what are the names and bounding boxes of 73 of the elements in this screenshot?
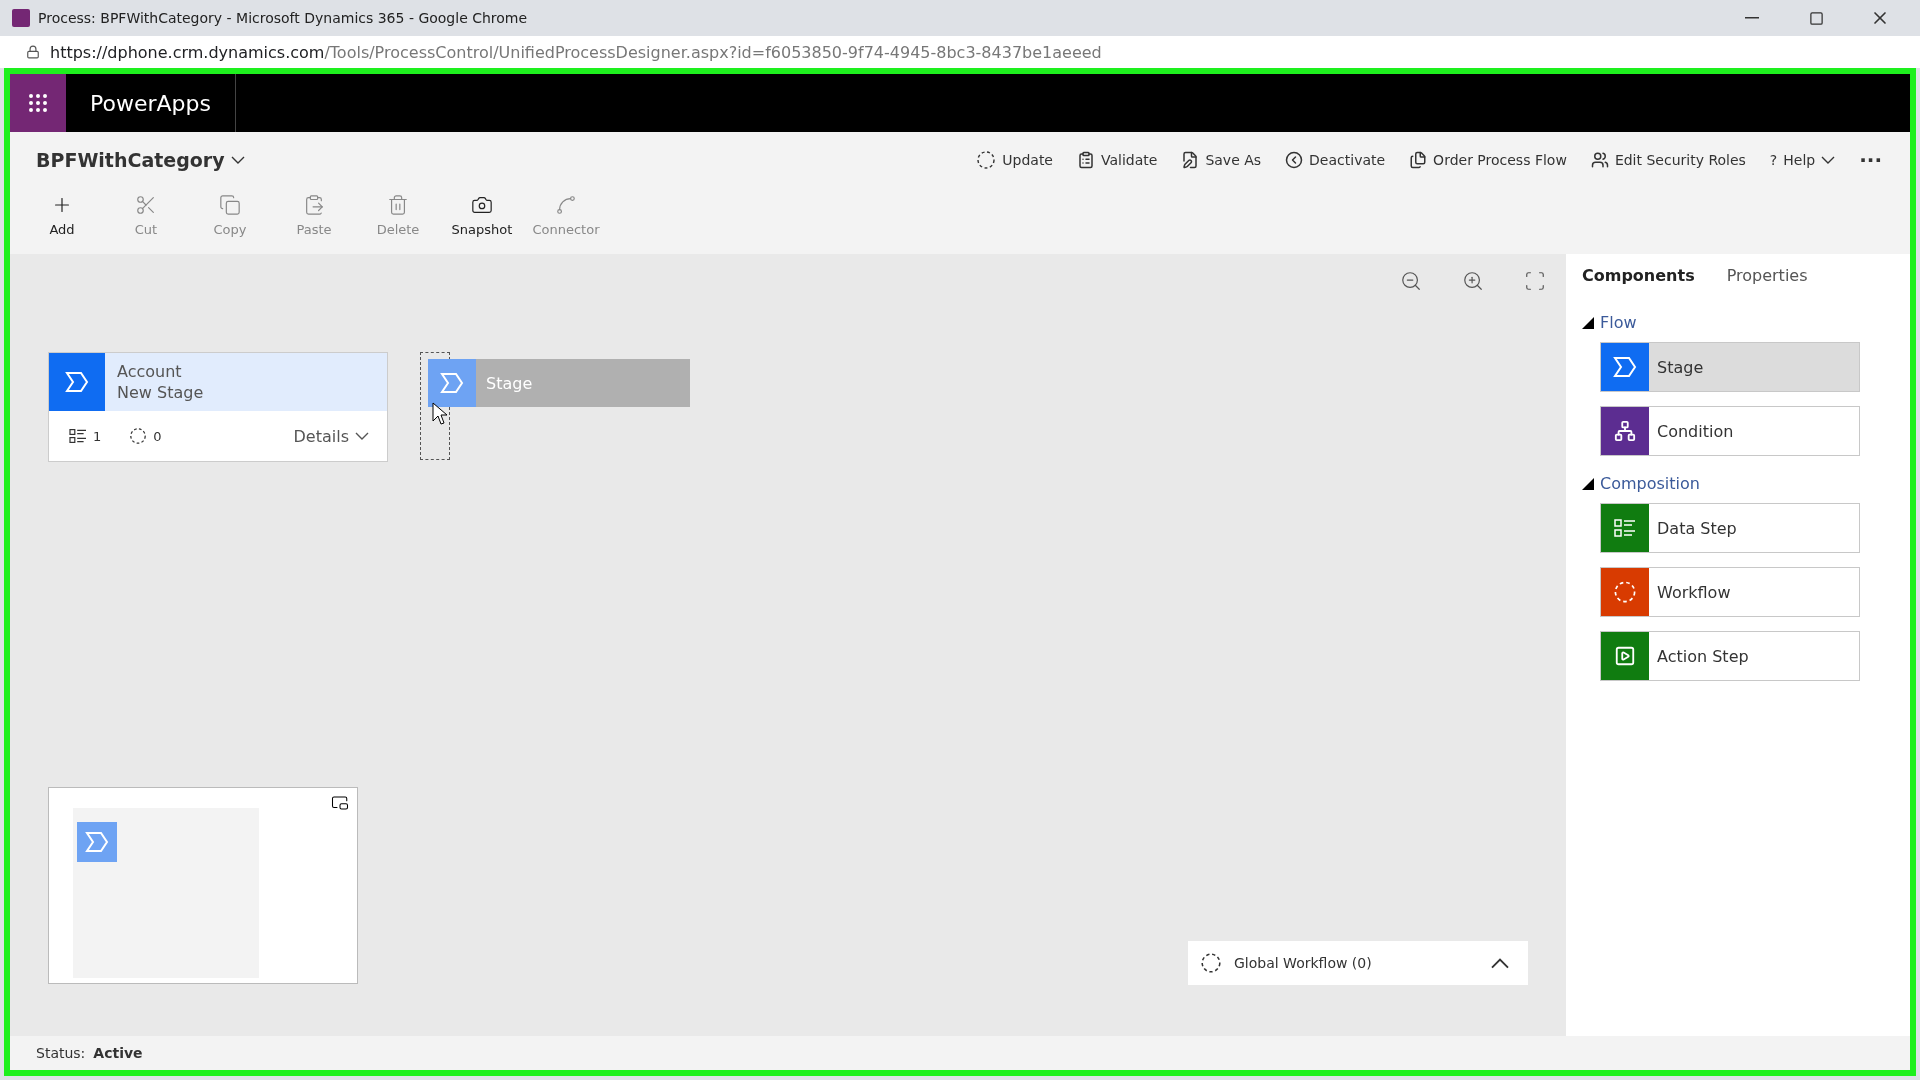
component-item[interactable]: Workflow: [1600, 567, 1860, 617]
section-header[interactable]: Composition: [1582, 474, 1700, 493]
process-name-dropdown[interactable]: BPFWithCategory: [30, 148, 251, 172]
app-name: PowerApps: [66, 74, 236, 132]
help-button[interactable]: ? Help: [1761, 148, 1844, 172]
global-workflow-label: Global Workflow (0): [1234, 955, 1373, 971]
list-icon: [1614, 518, 1636, 538]
minimize-map-icon[interactable]: [331, 794, 349, 812]
users-icon: [1590, 151, 1609, 169]
caret-icon: [230, 155, 245, 165]
panel-tab[interactable]: Components: [1582, 260, 1695, 291]
stage-title: Account New Stage: [116, 361, 205, 404]
app-favicon: [12, 9, 30, 27]
command-button[interactable]: Update: [968, 146, 1061, 174]
caret-icon: [355, 431, 369, 441]
component-item[interactable]: Data Step: [1600, 503, 1860, 553]
triangle-icon: [1582, 477, 1594, 490]
lock-icon: [26, 45, 40, 59]
workflow-icon: [129, 427, 148, 445]
stage-card[interactable]: Account New Stage 1 0 Details: [48, 352, 388, 462]
component-item[interactable]: Stage: [1600, 342, 1860, 392]
details-button[interactable]: Details: [287, 425, 375, 447]
caret-icon: [1490, 957, 1510, 969]
chevron-icon: [84, 830, 110, 854]
command-button[interactable]: Order Process Flow: [1401, 147, 1575, 173]
more-button[interactable]: ···: [1851, 144, 1890, 176]
grid-icon: [26, 91, 50, 115]
clipboard-icon: [1077, 151, 1095, 169]
branch-icon: [1614, 420, 1636, 442]
panel-tab[interactable]: Properties: [1726, 260, 1808, 291]
command-button[interactable]: Save As: [1173, 147, 1270, 173]
toolbar-button[interactable]: Snapshot: [440, 188, 524, 254]
status-label: Status:: [36, 1045, 86, 1061]
step-count: 1: [93, 428, 102, 444]
minimize-icon: [1745, 17, 1759, 19]
zoom-out-button[interactable]: [1400, 270, 1422, 292]
window-title: Process: BPFWithCategory - Microsoft Dynamics 365 - Google Chrome: [38, 10, 529, 26]
chevron-icon: [439, 371, 465, 395]
trash-icon: [387, 194, 409, 216]
list-icon: [69, 428, 87, 444]
app-launcher-button[interactable]: [10, 74, 66, 132]
deactivate-icon: [1285, 151, 1304, 169]
workflow-icon: [1200, 952, 1222, 974]
update-icon: [976, 150, 997, 170]
status-value: Active: [93, 1045, 143, 1061]
zoom-in-button[interactable]: [1462, 270, 1484, 292]
section-header[interactable]: Flow: [1582, 313, 1637, 332]
scissors-icon: [135, 194, 157, 216]
chevron-icon: [1612, 355, 1638, 379]
component-item[interactable]: Action Step: [1600, 631, 1860, 681]
copy-icon: [219, 194, 241, 216]
component-item[interactable]: Condition: [1600, 406, 1860, 456]
question-mark-icon: ?: [1769, 152, 1778, 168]
paste-icon: [303, 194, 325, 216]
global-workflow-bar[interactable]: Global Workflow (0): [1188, 941, 1528, 985]
connector-icon: [555, 194, 577, 216]
toolbar-button[interactable]: Add: [20, 188, 104, 254]
workflow-count: 0: [153, 428, 162, 444]
command-button[interactable]: Deactivate: [1277, 147, 1394, 173]
camera-icon: [471, 194, 493, 216]
pages-icon: [1409, 151, 1428, 169]
maximize-icon: [1808, 10, 1824, 26]
caret-icon: [1821, 155, 1836, 165]
workflow-icon: [1613, 580, 1637, 604]
chevron-icon: [64, 370, 90, 394]
command-button[interactable]: Edit Security Roles: [1582, 147, 1754, 173]
triangle-icon: [1582, 316, 1594, 329]
fit-to-screen-button[interactable]: [1524, 270, 1546, 292]
save-as-icon: [1181, 151, 1200, 169]
command-button[interactable]: Validate: [1069, 147, 1166, 173]
dragged-stage: Stage: [428, 359, 690, 407]
play-icon: [1614, 645, 1636, 667]
cursor-icon: [432, 402, 448, 426]
